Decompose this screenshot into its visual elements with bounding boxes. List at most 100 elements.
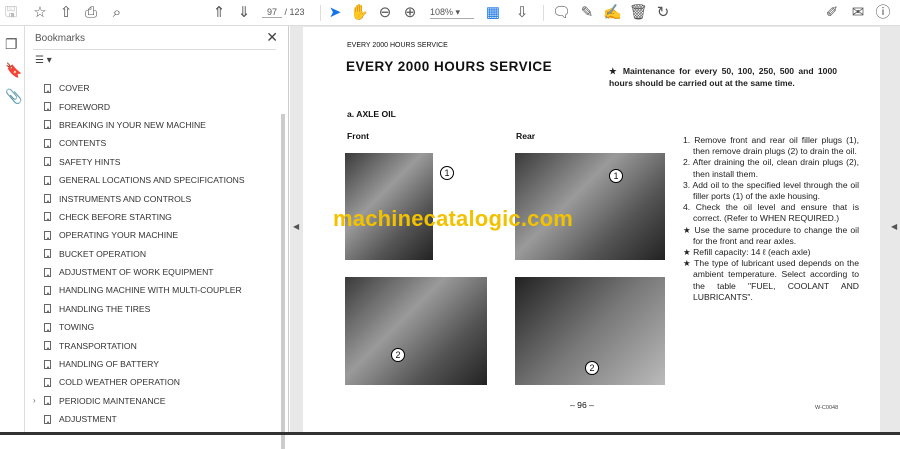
bookmark-icon [44, 359, 51, 369]
options-menu-icon[interactable]: ☰ ▾ [35, 55, 52, 66]
collapse-right-icon[interactable]: ◀ [891, 222, 897, 231]
bookmark-label: TOWING [59, 322, 95, 333]
bookmark-label: ADJUSTMENT OF WORK EQUIPMENT [59, 267, 214, 278]
instruction-item: 4. Check the oil level and ensure that i… [683, 202, 859, 224]
comment-icon[interactable]: 🗨 [552, 4, 571, 22]
upload-icon[interactable]: ⇧ [57, 4, 75, 22]
callout-2: 2 [391, 348, 405, 362]
zoom-value: 108% [430, 7, 454, 17]
bookmark-label: CONTENTS [59, 138, 107, 149]
star-icon[interactable]: ☆ [31, 4, 49, 22]
callout-2: 2 [585, 361, 599, 375]
panel-title: Bookmarks [35, 33, 86, 44]
bookmark-icon [44, 377, 51, 387]
bookmark-item[interactable]: TRANSPORTATION [25, 336, 281, 354]
bookmark-icon [44, 138, 51, 148]
bookmark-icon[interactable]: 🔖 [5, 62, 22, 79]
page-number-input[interactable]: 97 [262, 7, 282, 18]
callout-1: 1 [440, 166, 454, 180]
fill-sign-icon[interactable]: ✐ [823, 4, 841, 22]
mail-icon[interactable]: ✉ [849, 4, 867, 22]
bookmark-label: HANDLING OF BATTERY [59, 359, 159, 370]
instruction-item: ★ The type of lubricant used depends on … [683, 258, 859, 302]
zoom-in-icon[interactable]: ⊕ [401, 4, 419, 22]
bookmark-item[interactable]: INSTRUMENTS AND CONTROLS [25, 189, 281, 207]
page-total: / 123 [284, 7, 305, 17]
bookmark-item[interactable]: ADJUSTMENT OF WORK EQUIPMENT [25, 263, 281, 281]
collapse-left-icon[interactable]: ◀ [293, 222, 299, 231]
bookmark-item[interactable]: BREAKING IN YOUR NEW MACHINE [25, 116, 281, 134]
instruction-item: ★ Refill capacity: 14 ℓ (each axle) [683, 247, 811, 258]
bookmark-icon [44, 322, 51, 332]
bookmark-label: SAFETY HINTS [59, 156, 121, 167]
bookmark-label: HANDLING THE TIRES [59, 303, 151, 314]
bookmark-label: INSTRUMENTS AND CONTROLS [59, 193, 192, 204]
bookmark-item[interactable]: GENERAL LOCATIONS AND SPECIFICATIONS [25, 171, 281, 189]
bookmark-label: FOREWORD [59, 101, 111, 112]
running-head: EVERY 2000 HOURS SERVICE [347, 42, 448, 49]
instruction-item: 1. Remove front and rear oil filler plug… [683, 135, 859, 157]
bookmark-label: CHECK BEFORE STARTING [59, 211, 172, 222]
bookmark-item[interactable]: OPERATING YOUR MACHINE [25, 226, 281, 244]
bookmark-icon [44, 102, 51, 112]
instruction-list: 1. Remove front and rear oil filler plug… [683, 135, 859, 303]
bookmark-icon [44, 414, 51, 424]
front-label: Front [347, 131, 369, 141]
prev-page-icon[interactable]: ⇑ [210, 4, 228, 22]
document-code: W-C0048 [815, 405, 839, 411]
callout-1: 1 [609, 169, 623, 183]
scroll-mode-icon[interactable]: ⇩ [513, 4, 531, 22]
select-cursor-icon[interactable]: ➤ [326, 4, 344, 22]
bookmark-item[interactable]: HANDLING THE TIRES [25, 300, 281, 318]
bookmark-icon [44, 83, 51, 93]
bookmark-label: TRANSPORTATION [59, 340, 137, 351]
next-page-icon[interactable]: ⇓ [235, 4, 253, 22]
print-icon[interactable]: ⎙ [82, 4, 100, 22]
instruction-item: 3. Add oil to the specified level throug… [683, 179, 859, 202]
bookmark-label: ADJUSTMENT [59, 414, 117, 425]
account-icon[interactable]: ⓘ [874, 4, 892, 22]
bookmark-label: OPERATING YOUR MACHINE [59, 230, 179, 241]
pen-icon[interactable]: ✎ [578, 4, 596, 22]
pages-icon[interactable]: ❐ [5, 36, 18, 53]
bookmark-item[interactable]: BUCKET OPERATION [25, 245, 281, 263]
bookmark-icon [44, 120, 51, 130]
bookmark-item[interactable]: TOWING [25, 318, 281, 336]
bookmark-item[interactable]: COVER [25, 79, 281, 97]
section-heading: a. AXLE OIL [347, 109, 396, 119]
bookmark-icon [44, 249, 51, 259]
bookmark-item[interactable]: ADJUSTMENT [25, 410, 281, 428]
hand-icon[interactable]: ✋ [350, 4, 369, 22]
bookmark-item[interactable]: CONTENTS [25, 134, 281, 152]
expand-icon[interactable]: › [33, 396, 36, 405]
search-icon[interactable]: ⌕ [108, 4, 126, 22]
rotate-icon[interactable]: ↻ [654, 4, 672, 22]
close-icon[interactable]: ✕ [266, 29, 278, 46]
bookmark-icon [44, 194, 51, 204]
zoom-select[interactable]: 108% ▾ [430, 7, 474, 19]
attachment-icon[interactable]: 📎 [5, 88, 22, 105]
bookmark-icon [44, 157, 51, 167]
bookmark-item[interactable]: CHECK BEFORE STARTING [25, 208, 281, 226]
bookmark-item[interactable]: HANDLING MACHINE WITH MULTI-COUPLER [25, 281, 281, 299]
bookmark-label: GENERAL LOCATIONS AND SPECIFICATIONS [59, 175, 245, 186]
fit-page-icon[interactable]: ▦ [484, 4, 502, 22]
zoom-out-icon[interactable]: ⊖ [376, 4, 394, 22]
bookmark-label: COVER [59, 83, 90, 94]
bookmark-item[interactable]: HANDLING OF BATTERY [25, 355, 281, 373]
bookmark-item[interactable]: › PERIODIC MAINTENANCE [25, 392, 281, 410]
bookmark-item[interactable]: FOREWORD [25, 97, 281, 115]
sign-icon[interactable]: ✍ [603, 4, 622, 22]
scrollbar[interactable] [281, 114, 285, 449]
bookmark-item[interactable]: COLD WEATHER OPERATION [25, 373, 281, 391]
bookmark-icon [44, 396, 51, 406]
bookmark-label: HANDLING MACHINE WITH MULTI-COUPLER [59, 285, 242, 296]
bookmark-icon [44, 175, 51, 185]
save-icon[interactable]: 🖫 [2, 4, 20, 22]
instruction-item: ★ Use the same procedure to change the o… [683, 224, 859, 246]
bookmark-list: COVER FOREWORD BREAKING IN YOUR NEW MACHIN… [25, 79, 281, 428]
bookmark-label: BUCKET OPERATION [59, 248, 147, 259]
bookmark-item[interactable]: SAFETY HINTS [25, 153, 281, 171]
bookmark-label: BREAKING IN YOUR NEW MACHINE [59, 119, 206, 130]
trash-icon[interactable]: 🗑 [629, 4, 648, 22]
